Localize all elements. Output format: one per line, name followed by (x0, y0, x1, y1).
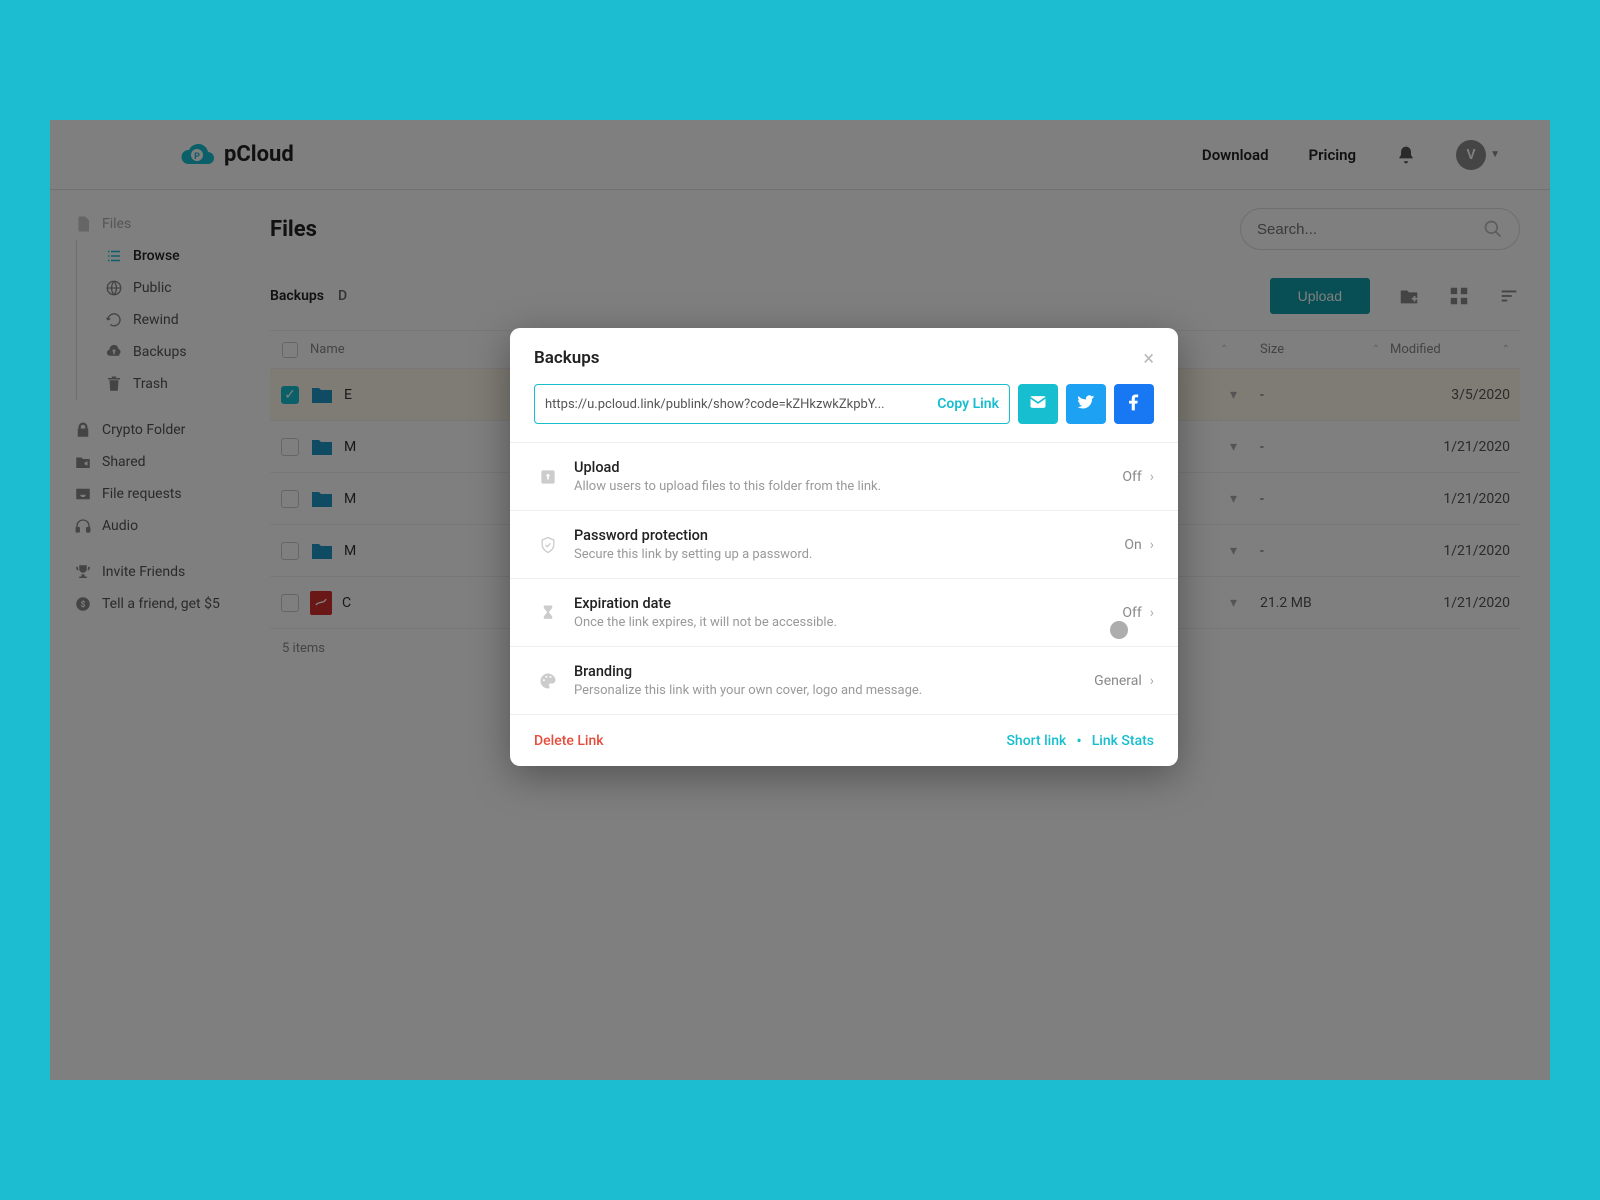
setting-title: Expiration date (574, 595, 1122, 612)
close-icon[interactable]: × (1143, 348, 1154, 368)
cursor-indicator (1110, 621, 1128, 639)
chevron-right-icon: › (1150, 673, 1154, 689)
chevron-right-icon: › (1150, 605, 1154, 621)
setting-value: Off (1122, 469, 1141, 485)
setting-title: Password protection (574, 527, 1124, 544)
shield-icon (534, 535, 562, 555)
link-url-box[interactable]: https://u.pcloud.link/publink/show?code=… (534, 384, 1010, 424)
palette-icon (534, 671, 562, 691)
upload-icon (534, 467, 562, 487)
setting-desc: Allow users to upload files to this fold… (574, 479, 1122, 494)
delete-link-button[interactable]: Delete Link (534, 733, 604, 749)
email-icon (1028, 392, 1048, 416)
share-email-button[interactable] (1018, 384, 1058, 424)
setting-hourglass[interactable]: Expiration date Once the link expires, it… (510, 579, 1178, 647)
twitter-icon (1076, 392, 1096, 416)
facebook-icon (1124, 392, 1144, 416)
foot-separator: • (1076, 731, 1081, 750)
share-link-modal: Backups × https://u.pcloud.link/publink/… (510, 328, 1178, 766)
setting-title: Upload (574, 459, 1122, 476)
setting-palette[interactable]: Branding Personalize this link with your … (510, 647, 1178, 714)
short-link-button[interactable]: Short link (1006, 733, 1066, 749)
share-twitter-button[interactable] (1066, 384, 1106, 424)
chevron-right-icon: › (1150, 537, 1154, 553)
link-stats-button[interactable]: Link Stats (1092, 733, 1154, 749)
hourglass-icon (534, 603, 562, 623)
setting-value: General (1094, 673, 1142, 689)
setting-desc: Personalize this link with your own cove… (574, 683, 1094, 698)
setting-desc: Once the link expires, it will not be ac… (574, 615, 1122, 630)
setting-value: Off (1122, 605, 1141, 621)
setting-value: On (1124, 537, 1141, 553)
modal-title: Backups (534, 348, 600, 368)
share-facebook-button[interactable] (1114, 384, 1154, 424)
setting-desc: Secure this link by setting up a passwor… (574, 547, 1124, 562)
link-url: https://u.pcloud.link/publink/show?code=… (545, 397, 929, 412)
copy-link-button[interactable]: Copy Link (937, 396, 999, 412)
chevron-right-icon: › (1150, 469, 1154, 485)
setting-upload[interactable]: Upload Allow users to upload files to thi… (510, 443, 1178, 511)
setting-shield[interactable]: Password protection Secure this link by s… (510, 511, 1178, 579)
setting-title: Branding (574, 663, 1094, 680)
